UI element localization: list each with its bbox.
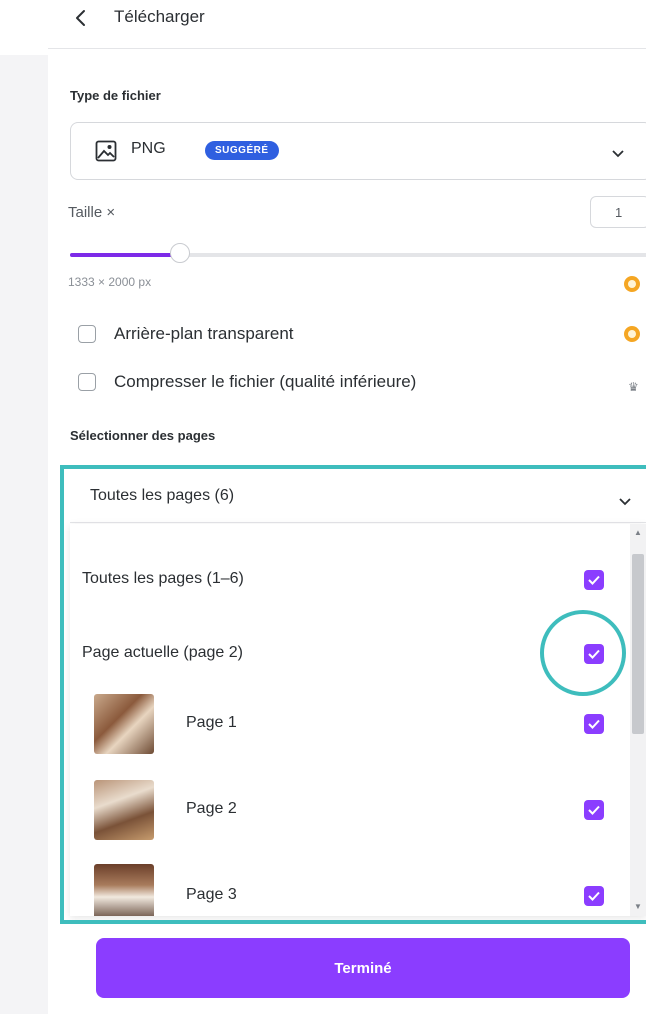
page-item-checkbox[interactable] — [584, 886, 604, 906]
size-multiplier-input[interactable]: 1 — [590, 196, 646, 228]
done-button[interactable]: Terminé — [96, 938, 630, 998]
size-slider-track[interactable] — [70, 253, 646, 257]
pages-select[interactable]: Toutes les pages (6) — [70, 474, 646, 523]
compress-label: Compresser le fichier (qualité inférieur… — [114, 372, 417, 391]
compress-option[interactable]: Compresser le fichier (qualité inférieur… — [78, 372, 598, 394]
page-item[interactable]: Page 3 — [70, 862, 630, 916]
size-slider-fill — [70, 253, 180, 257]
size-label: Taille × — [68, 204, 116, 221]
option-current-page-label: Page actuelle (page 2) — [82, 644, 243, 661]
page-item[interactable]: Page 2 — [70, 778, 630, 842]
transparent-bg-option[interactable]: Arrière-plan transparent — [78, 324, 598, 346]
transparent-bg-label: Arrière-plan transparent — [114, 324, 294, 343]
page-thumbnail — [94, 780, 154, 840]
scrollbar-thumb[interactable] — [632, 554, 644, 734]
file-type-select[interactable]: PNG SUGGÉRÉ — [70, 122, 646, 180]
option-all-pages-checkbox[interactable] — [584, 570, 604, 590]
pages-dropdown-list: Toutes les pages (1–6) Page actuelle (pa… — [70, 524, 646, 916]
page-thumbnail — [94, 864, 154, 916]
page-item-label: Page 2 — [186, 800, 237, 817]
file-type-section-label: Type de fichier — [70, 88, 161, 103]
left-strip — [0, 0, 48, 1014]
option-all-pages-label: Toutes les pages (1–6) — [82, 570, 244, 587]
option-current-page-checkbox[interactable] — [584, 644, 604, 664]
scroll-down-icon[interactable]: ▼ — [634, 902, 642, 911]
page-item-checkbox[interactable] — [584, 714, 604, 734]
pro-crown-icon — [624, 326, 640, 342]
size-slider-thumb[interactable] — [170, 243, 190, 263]
option-all-pages[interactable]: Toutes les pages (1–6) — [70, 560, 630, 600]
image-icon — [95, 140, 117, 162]
pages-select-value: Toutes les pages (6) — [90, 487, 235, 504]
page-item-label: Page 3 — [186, 886, 237, 903]
option-current-page[interactable]: Page actuelle (page 2) — [70, 634, 630, 674]
scroll-up-icon[interactable]: ▲ — [634, 528, 642, 537]
output-dimensions: 1333 × 2000 px — [68, 275, 152, 289]
chevron-down-icon — [611, 146, 625, 158]
panel-header: Télécharger — [48, 0, 646, 49]
pages-section-label: Sélectionner des pages — [70, 428, 216, 443]
suggested-badge: SUGGÉRÉ — [205, 141, 279, 160]
pro-crown-icon — [624, 276, 640, 292]
pro-crown-icon: ♛ — [628, 380, 639, 394]
file-type-value: PNG — [131, 140, 166, 157]
page-item-checkbox[interactable] — [584, 800, 604, 820]
page-item-label: Page 1 — [186, 714, 237, 731]
compress-checkbox[interactable] — [78, 373, 96, 391]
dropdown-scrollbar[interactable]: ▲ ▼ — [630, 524, 646, 916]
left-strip-top — [0, 0, 48, 55]
page-thumbnail — [94, 694, 154, 754]
page-item[interactable]: Page 1 — [70, 692, 630, 756]
back-chevron-icon[interactable] — [72, 6, 90, 30]
panel-title: Télécharger — [114, 7, 205, 26]
transparent-bg-checkbox[interactable] — [78, 325, 96, 343]
chevron-down-icon — [618, 494, 632, 506]
